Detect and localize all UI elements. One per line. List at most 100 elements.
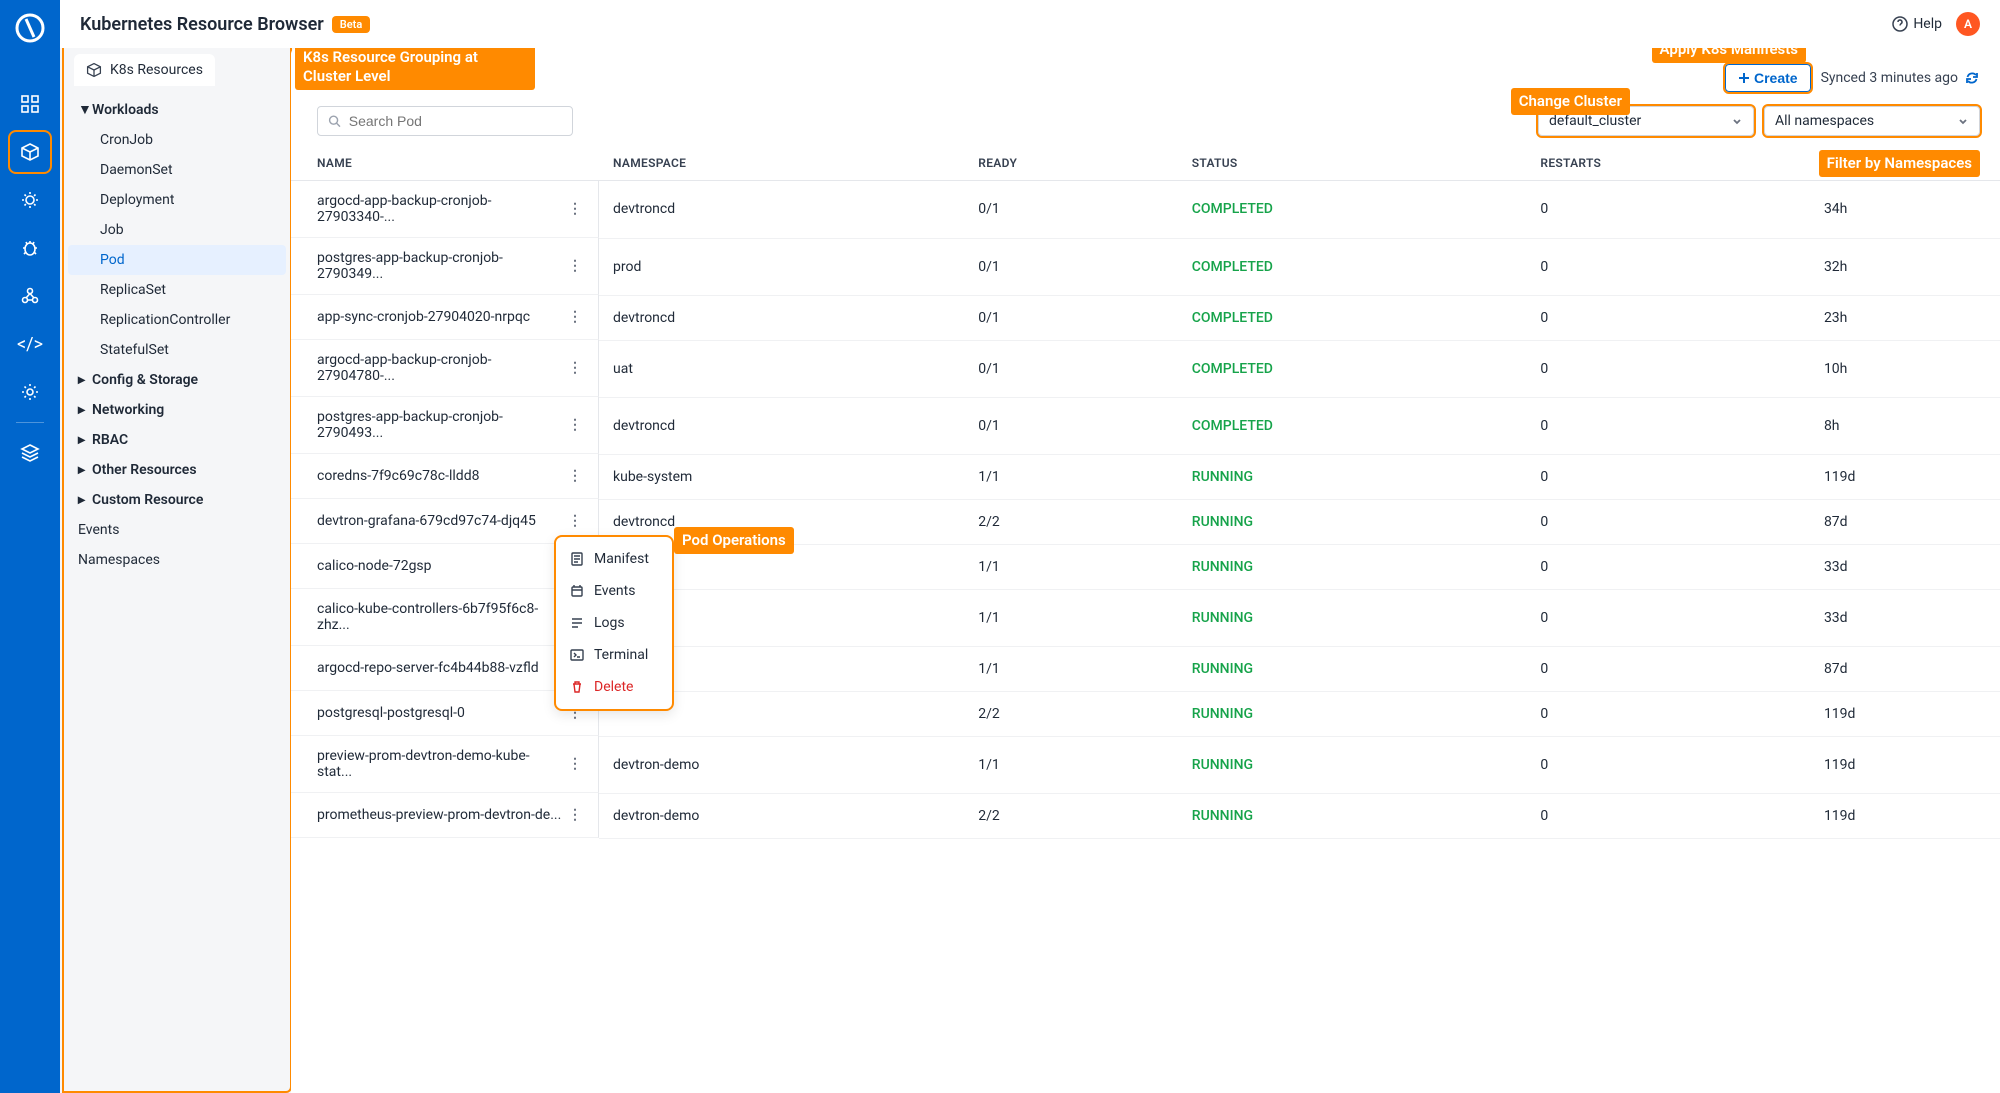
pod-name-link[interactable]: argocd-app-backup-cronjob-27903340-... (317, 193, 562, 225)
rail-item-settings[interactable] (10, 372, 50, 412)
cell-status: RUNNING (1178, 454, 1527, 499)
rail-item-build[interactable] (10, 180, 50, 220)
cell-ready: 2/2 (964, 793, 1177, 838)
ctx-item-events[interactable]: Events (556, 575, 672, 607)
row-menu-button[interactable]: ⋮ (562, 199, 588, 219)
cell-namespace: uat (599, 340, 964, 397)
app-logo (12, 10, 48, 46)
row-menu-button[interactable]: ⋮ (562, 256, 588, 276)
pod-name-link[interactable]: prometheus-preview-prom-devtron-de... (317, 807, 561, 823)
table-row: postgres-app-backup-cronjob-2790493...⋮d… (291, 397, 2000, 454)
pod-name-link[interactable]: preview-prom-devtron-demo-kube-stat... (317, 748, 562, 780)
cell-ready: 1/1 (964, 736, 1177, 793)
pod-name-link[interactable]: devtron-grafana-679cd97c74-djq45 (317, 513, 536, 529)
search-input[interactable] (317, 106, 573, 136)
cube-icon (86, 62, 102, 78)
pod-name-link[interactable]: app-sync-cronjob-27904020-nrpqc (317, 309, 530, 325)
cell-age: 87d (1810, 646, 2000, 691)
create-button[interactable]: Create (1725, 64, 1811, 92)
cell-status: RUNNING (1178, 646, 1527, 691)
row-menu-button[interactable]: ⋮ (562, 307, 588, 327)
rail-item-apps[interactable] (10, 84, 50, 124)
pod-name-link[interactable]: calico-kube-controllers-6b7f95f6c8-zhz..… (317, 601, 562, 633)
sidebar-group-other-resources[interactable]: ▸Other Resources (64, 455, 290, 485)
cell-restarts: 0 (1526, 544, 1810, 589)
ctx-item-manifest[interactable]: Manifest (556, 543, 672, 575)
row-menu-button[interactable]: ⋮ (562, 754, 588, 774)
callout-grouping: K8s Resource Grouping at Cluster Level (295, 48, 535, 90)
table-row: preview-prom-devtron-demo-kube-stat...⋮d… (291, 736, 2000, 793)
ctx-item-terminal[interactable]: Terminal (556, 639, 672, 671)
cell-age: 119d (1810, 691, 2000, 736)
ctx-item-logs[interactable]: Logs (556, 607, 672, 639)
page-title: Kubernetes Resource Browser (80, 14, 324, 35)
sidebar-item-deployment[interactable]: Deployment (64, 185, 290, 215)
rail-item-stack[interactable] (10, 433, 50, 473)
sidebar-item-replicaset[interactable]: ReplicaSet (64, 275, 290, 305)
pod-name-link[interactable]: postgres-app-backup-cronjob-2790493... (317, 409, 562, 441)
sidebar-item-cronjob[interactable]: CronJob (64, 125, 290, 155)
refresh-icon[interactable] (1964, 70, 1980, 86)
ctx-item-delete[interactable]: Delete (556, 671, 672, 703)
pod-name-link[interactable]: postgres-app-backup-cronjob-2790349... (317, 250, 562, 282)
column-header-ready: READY (964, 146, 1177, 181)
sidebar-item-events[interactable]: Events (64, 515, 290, 545)
sidebar-group-rbac[interactable]: ▸RBAC (64, 425, 290, 455)
rail-item-resource-browser[interactable] (10, 132, 50, 172)
callout-create: Apply K8s Manifests (1652, 48, 1806, 63)
row-menu-button[interactable]: ⋮ (562, 466, 588, 486)
sidebar-item-pod[interactable]: Pod (68, 245, 286, 275)
cell-age: 87d (1810, 499, 2000, 544)
row-menu-button[interactable]: ⋮ (562, 415, 588, 435)
cell-namespace: devtron-demo (599, 793, 964, 838)
row-menu-button[interactable]: ⋮ (562, 805, 588, 825)
cell-status: RUNNING (1178, 736, 1527, 793)
beta-badge: Beta (332, 16, 371, 33)
cell-ready: 0/1 (964, 181, 1177, 239)
pod-name-link[interactable]: postgresql-postgresql-0 (317, 705, 465, 721)
cell-status: RUNNING (1178, 544, 1527, 589)
cell-age: 32h (1810, 238, 2000, 295)
pods-table: NAMENAMESPACEREADYSTATUSRESTARTSAGE argo… (291, 146, 2000, 839)
pod-name-link[interactable]: coredns-7f9c69c78c-lldd8 (317, 468, 479, 484)
resource-sidebar: K8s Resources ▼WorkloadsCronJobDaemonSet… (62, 48, 292, 1093)
pod-name-link[interactable]: argocd-app-backup-cronjob-27904780-... (317, 352, 562, 384)
cell-ready: 1/1 (964, 589, 1177, 646)
rail-divider (16, 422, 44, 423)
avatar[interactable]: A (1956, 12, 1980, 36)
namespace-select[interactable]: All namespaces (1764, 106, 1980, 136)
header: Kubernetes Resource Browser Beta Help A (60, 0, 2000, 48)
cell-age: 33d (1810, 589, 2000, 646)
cell-age: 119d (1810, 736, 2000, 793)
row-context-menu: ManifestEventsLogsTerminalDelete (554, 535, 674, 711)
rail-item-cluster[interactable] (10, 276, 50, 316)
pod-name-link[interactable]: argocd-repo-server-fc4b44b88-vzfld (317, 660, 539, 676)
cell-restarts: 0 (1526, 589, 1810, 646)
help-link[interactable]: Help (1892, 16, 1942, 32)
sidebar-item-daemonset[interactable]: DaemonSet (64, 155, 290, 185)
cell-ready: 1/1 (964, 544, 1177, 589)
sidebar-group-config-storage[interactable]: ▸Config & Storage (64, 365, 290, 395)
search-field[interactable] (349, 113, 562, 129)
sidebar-item-job[interactable]: Job (64, 215, 290, 245)
column-header-status: STATUS (1178, 146, 1527, 181)
table-row: argocd-app-backup-cronjob-27904780-...⋮ u… (291, 340, 2000, 397)
cell-namespace: kube-system (599, 454, 964, 499)
cell-ready: 2/2 (964, 499, 1177, 544)
row-menu-button[interactable]: ⋮ (562, 511, 588, 531)
rail-item-code[interactable]: </> (10, 324, 50, 364)
cell-status: RUNNING (1178, 793, 1527, 838)
table-row: devtron-grafana-679cd97c74-djq45⋮devtron… (291, 499, 2000, 544)
sidebar-group-custom-resource[interactable]: ▸Custom Resource (64, 485, 290, 515)
cell-restarts: 0 (1526, 691, 1810, 736)
rail-item-bug[interactable] (10, 228, 50, 268)
table-row: argocd-repo-server-fc4b44b88-vzfld⋮1/1RU… (291, 646, 2000, 691)
sidebar-item-statefulset[interactable]: StatefulSet (64, 335, 290, 365)
sidebar-item-namespaces[interactable]: Namespaces (64, 545, 290, 575)
pod-name-link[interactable]: calico-node-72gsp (317, 558, 432, 574)
sidebar-group-networking[interactable]: ▸Networking (64, 395, 290, 425)
sidebar-item-replicationcontroller[interactable]: ReplicationController (64, 305, 290, 335)
sidebar-group-workloads[interactable]: ▼Workloads (64, 94, 290, 125)
row-menu-button[interactable]: ⋮ (562, 358, 588, 378)
sidebar-tab-k8s-resources[interactable]: K8s Resources (74, 54, 215, 86)
